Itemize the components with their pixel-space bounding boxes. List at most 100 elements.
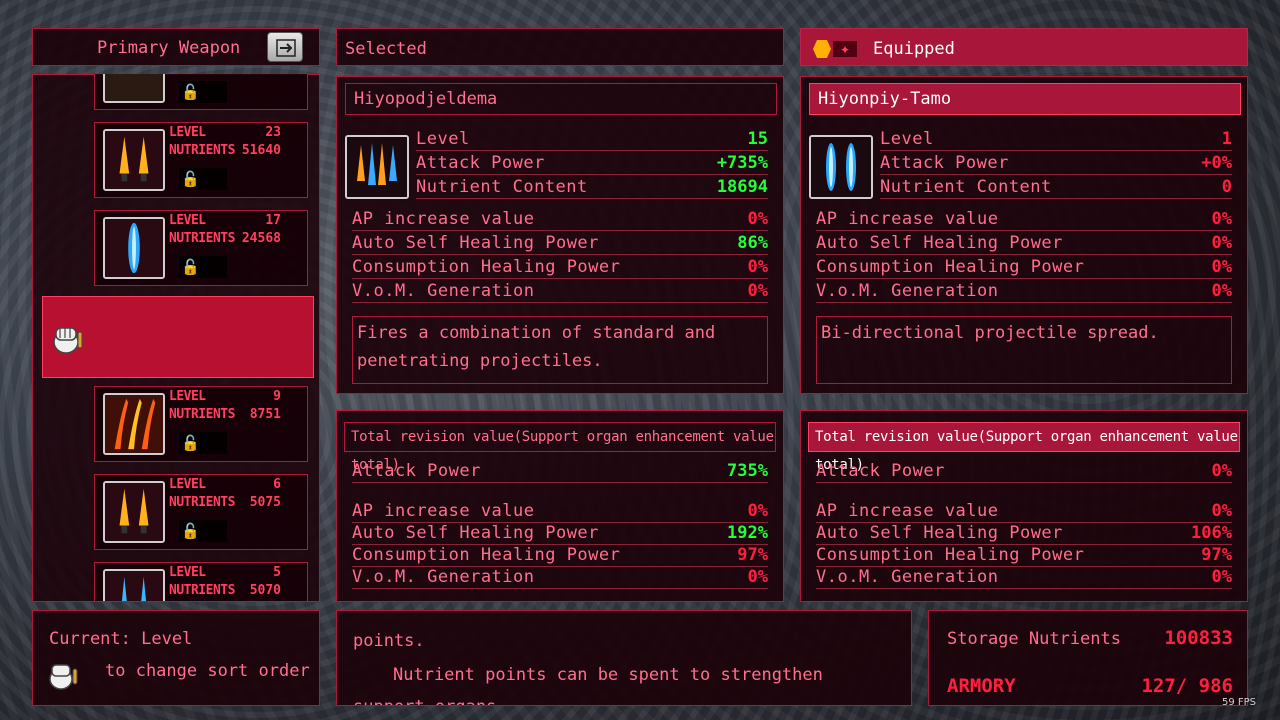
nutrients-label: NUTRIENTS: [169, 407, 235, 422]
equipped-weapon-name: Hiyonpiy-Tamo: [809, 83, 1241, 115]
weapon-category-title: Primary Weapon: [97, 38, 241, 58]
fire-claws-icon: [105, 395, 163, 453]
sort-button-icon[interactable]: [45, 659, 81, 691]
stat-value: 97%: [737, 545, 768, 565]
lock-slot: 🔓: [179, 168, 227, 190]
selected-description: Fires a combination of standard and pene…: [352, 316, 768, 384]
unlock-icon: 🔓: [181, 258, 200, 276]
unlock-icon: 🔓: [181, 434, 200, 452]
stat-value: 0%: [1211, 209, 1232, 229]
level-value: 6: [273, 477, 281, 492]
stat-label: V.o.M. Generation: [352, 281, 535, 301]
stat-label: Auto Self Healing Power: [352, 233, 599, 253]
nutrients-label: NUTRIENTS: [169, 143, 235, 158]
sort-panel: Current: Level to change sort order: [32, 610, 320, 706]
nutrients-label: NUTRIENTS: [169, 231, 235, 246]
level-value: 5: [273, 565, 281, 580]
help-line-2: Nutrient points can be spent to strength…: [393, 665, 823, 685]
stat-value: 106%: [1191, 523, 1232, 543]
selected-stat-row: Level 15: [416, 128, 768, 151]
weapon-thumbnail: [103, 129, 165, 191]
stat-label: Attack Power: [880, 153, 1009, 173]
stat-label: Attack Power: [416, 153, 545, 173]
stat-label: AP increase value: [352, 501, 535, 521]
twin-gold-spikes-icon: [105, 483, 163, 541]
selected-total-stat-row: Attack Power 735%: [352, 460, 768, 483]
stat-label: Attack Power: [816, 461, 945, 481]
stat-value: 0%: [1211, 567, 1232, 587]
level-label: LEVEL: [169, 213, 206, 228]
nutrients-value: 5070: [249, 583, 281, 598]
arrow-right-icon: [276, 39, 296, 57]
help-line-3: support organs.: [353, 697, 507, 705]
selected-weapon-thumbnail: [345, 135, 409, 199]
selected-stat-row: Nutrient Content 18694: [416, 176, 768, 199]
stat-label: Auto Self Healing Power: [816, 233, 1063, 253]
weapon-list-item[interactable]: LEVEL 23 NUTRIENTS 51640 🔓: [94, 122, 308, 198]
selected-stat-row: Attack Power +735%: [416, 152, 768, 175]
stat-label: Consumption Healing Power: [352, 257, 621, 277]
level-value: 23: [265, 125, 281, 140]
nutrients-value: 24568: [241, 231, 281, 246]
stat-label: Consumption Healing Power: [816, 257, 1085, 277]
stat-label: AP increase value: [352, 209, 535, 229]
stat-label: Consumption Healing Power: [816, 545, 1085, 565]
equipped-stat-row: Consumption Healing Power 0%: [816, 256, 1232, 279]
selected-title: Selected: [345, 39, 427, 59]
stat-value: 15: [747, 129, 768, 149]
stat-label: Nutrient Content: [416, 177, 588, 197]
selected-total-stat-row: V.o.M. Generation 0%: [352, 566, 768, 589]
nutrients-value: 5075: [249, 495, 281, 510]
equipped-stat-row: Auto Self Healing Power 0%: [816, 232, 1232, 255]
selected-stat-row: Consumption Healing Power 0%: [352, 256, 768, 279]
equipped-stat-row: V.o.M. Generation 0%: [816, 280, 1232, 303]
svg-text:✦: ✦: [840, 43, 850, 57]
swap-category-button[interactable]: [267, 32, 303, 62]
sort-current: Current: Level: [49, 629, 193, 649]
stat-label: Consumption Healing Power: [352, 545, 621, 565]
selected-total-stat-row: Consumption Healing Power 97%: [352, 544, 768, 567]
unlock-icon: 🔓: [181, 170, 200, 188]
twin-gold-spikes-icon: [105, 131, 163, 189]
equipped-stat-row: AP increase value 0%: [816, 208, 1232, 231]
equipped-total-stat-row: Attack Power 0%: [816, 460, 1232, 483]
stat-label: V.o.M. Generation: [816, 281, 999, 301]
stat-label: Auto Self Healing Power: [816, 523, 1063, 543]
stat-value: 0%: [747, 209, 768, 229]
stat-label: Attack Power: [352, 461, 481, 481]
unlock-icon: 🔓: [181, 83, 200, 101]
stat-value: +0%: [1201, 153, 1232, 173]
equipped-stat-row: Level 1: [880, 128, 1232, 151]
selected-stat-row: AP increase value 0%: [352, 208, 768, 231]
stat-label: Level: [416, 129, 470, 149]
stat-value: 0%: [747, 501, 768, 521]
equipped-stat-row: Attack Power +0%: [880, 152, 1232, 175]
stat-label: AP increase value: [816, 501, 999, 521]
cursor-hand-icon: [48, 320, 86, 356]
stat-value: +735%: [716, 153, 768, 173]
nutrients-label: NUTRIENTS: [169, 495, 235, 510]
nutrients-label: NUTRIENTS: [169, 583, 235, 598]
stat-value: 0%: [747, 567, 768, 587]
weapon-thumbnail: [103, 481, 165, 543]
stat-value: 735%: [727, 461, 768, 481]
stat-label: Level: [880, 129, 934, 149]
stat-value: 18694: [716, 177, 768, 197]
nutrients-value: 8751: [249, 407, 281, 422]
weapon-thumbnail: [103, 393, 165, 455]
stat-value: 0: [1221, 177, 1232, 197]
stat-value: 0%: [1211, 501, 1232, 521]
level-label: LEVEL: [169, 125, 206, 140]
equipped-total-stat-row: AP increase value 0%: [816, 500, 1232, 523]
storage-panel: Storage Nutrients 100833 ARMORY 127/ 986: [928, 610, 1248, 706]
fan-spikes-icon: [347, 137, 407, 197]
level-label: LEVEL: [169, 477, 206, 492]
stat-value: 0%: [1211, 257, 1232, 277]
weapon-list-item[interactable]: LEVEL 17 NUTRIENTS 24568 🔓: [94, 210, 308, 286]
weapon-list-item[interactable]: LEVEL 9 NUTRIENTS 8751 🔓: [94, 386, 308, 462]
weapon-list-item[interactable]: LEVEL 6 NUTRIENTS 5075 🔓: [94, 474, 308, 550]
lock-slot: 🔓: [179, 256, 227, 278]
help-line-1: points.: [353, 631, 425, 651]
lock-slot: 🔓: [179, 520, 227, 542]
selected-stat-row: V.o.M. Generation 0%: [352, 280, 768, 303]
